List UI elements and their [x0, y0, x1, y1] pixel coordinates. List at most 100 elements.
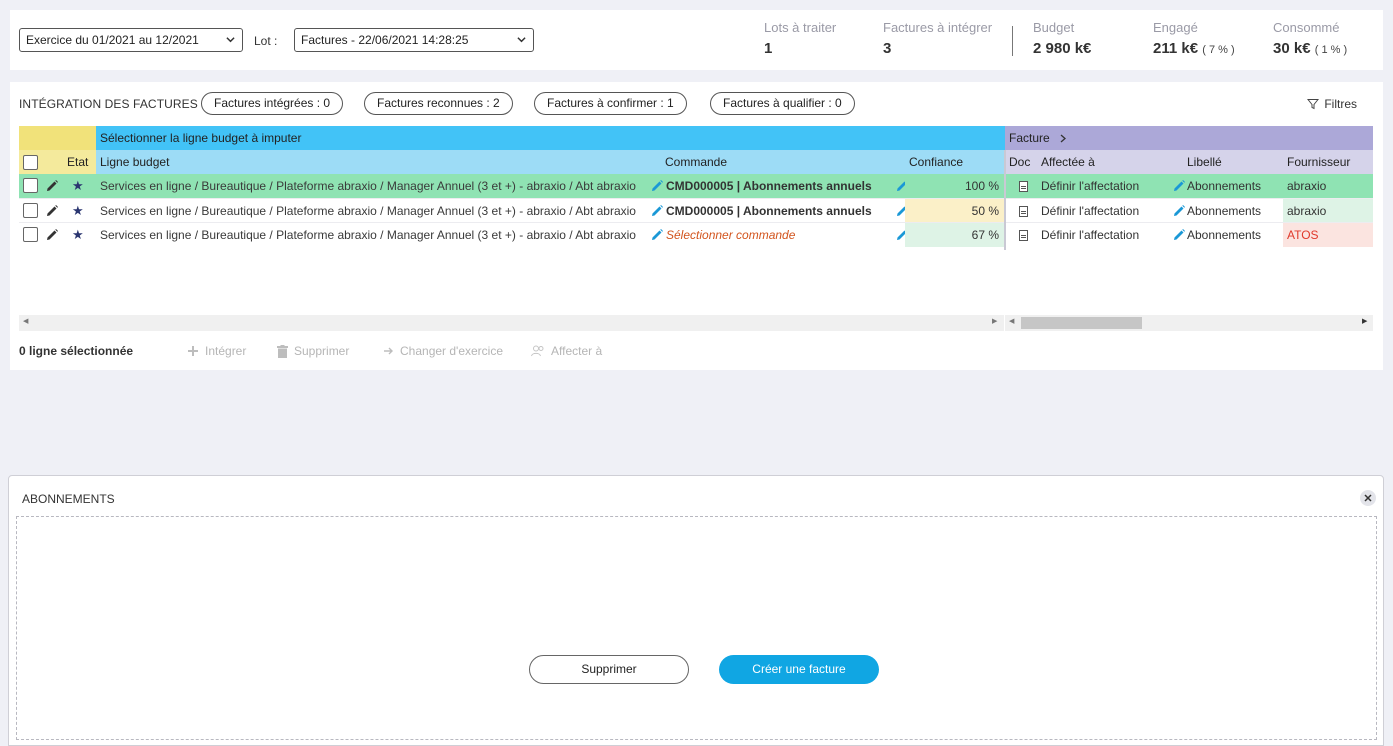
edit-icon[interactable] — [45, 179, 59, 193]
pill-factures-reconnues[interactable]: Factures reconnues : 2 — [364, 92, 513, 115]
arrow-right-icon — [384, 347, 393, 355]
stat-value: 1 — [764, 40, 773, 57]
scroll-left-arrow[interactable]: ◀ — [23, 318, 28, 325]
edit-icon[interactable] — [45, 204, 59, 218]
top-bar: Exercice du 01/2021 au 12/2021 Lot : Fac… — [10, 10, 1383, 70]
close-button[interactable] — [1360, 490, 1376, 506]
create-invoice-button[interactable]: Créer une facture — [719, 655, 879, 684]
exercise-select[interactable]: Exercice du 01/2021 au 12/2021 — [19, 28, 243, 52]
edit-affectation-icon[interactable] — [1172, 204, 1186, 218]
integration-panel: INTÉGRATION DES FACTURES Factures intégr… — [10, 82, 1383, 370]
libelle-cell: Abonnements — [1187, 179, 1262, 193]
right-scrollbar[interactable]: ◀ ▶ — [1005, 315, 1373, 331]
integrer-button[interactable]: Intégrer — [187, 344, 246, 358]
stat-label: Factures à intégrer — [883, 20, 993, 35]
table-row[interactable]: ★ Services en ligne / Bureautique / Plate… — [19, 222, 1373, 247]
band-facture-label: Facture — [1009, 131, 1050, 145]
header-doc[interactable]: Doc — [1005, 150, 1037, 174]
row-checkbox[interactable] — [23, 178, 38, 193]
lot-select[interactable]: Factures - 22/06/2021 14:28:25 — [294, 28, 534, 52]
exercise-select-value: Exercice du 01/2021 au 12/2021 — [26, 33, 199, 47]
stat-label: Engagé — [1153, 20, 1198, 35]
band-selection — [19, 126, 96, 150]
panel-title: ABONNEMENTS — [22, 492, 115, 506]
trash-icon — [277, 344, 288, 358]
stat-value: 2 980 k€ — [1033, 40, 1092, 57]
pill-factures-a-confirmer[interactable]: Factures à confirmer : 1 — [534, 92, 687, 115]
changer-exercice-label: Changer d'exercice — [400, 344, 504, 358]
affectee-cell[interactable]: Définir l'affectation — [1041, 223, 1167, 247]
users-icon — [531, 345, 544, 357]
integrer-label: Intégrer — [205, 344, 247, 358]
stat-label: Consommé — [1273, 20, 1340, 35]
libelle-cell: Abonnements — [1187, 228, 1262, 242]
band-budget: Sélectionner la ligne budget à imputer — [96, 126, 1005, 150]
supprimer-button[interactable]: Supprimer — [277, 344, 349, 358]
affectee-cell[interactable]: Définir l'affectation — [1041, 199, 1167, 223]
stat-percent: ( 1 % ) — [1314, 44, 1348, 56]
stat-lots: Lots à traiter 1 — [764, 20, 836, 57]
invoice-dropzone: Supprimer Créer une facture — [16, 516, 1377, 740]
pill-factures-integrees[interactable]: Factures intégrées : 0 — [201, 92, 344, 115]
chevron-down-icon — [226, 37, 235, 43]
scroll-right-arrow[interactable]: ▶ — [1362, 318, 1367, 325]
document-icon[interactable] — [1019, 206, 1028, 217]
commande-cell[interactable]: CMD000005 | Abonnements annuels — [666, 199, 886, 223]
header-ligne-budget[interactable]: Ligne budget — [96, 150, 661, 174]
edit-budget-icon[interactable] — [650, 228, 664, 242]
scroll-right-arrow[interactable]: ▶ — [992, 318, 997, 325]
commande-cell[interactable]: Sélectionner commande — [666, 223, 886, 247]
grid-rows: ★ Services en ligne / Bureautique / Plate… — [19, 174, 1373, 247]
header-affectee[interactable]: Affectée à — [1037, 150, 1183, 174]
left-scrollbar[interactable]: ◀ ▶ — [19, 315, 1004, 331]
pill-factures-a-qualifier[interactable]: Factures à qualifier : 0 — [710, 92, 855, 115]
confiance-cell: 50 % — [905, 199, 1005, 223]
scrollbar-thumb[interactable] — [1021, 317, 1142, 329]
scroll-left-arrow[interactable]: ◀ — [1009, 318, 1014, 325]
edit-affectation-icon[interactable] — [1172, 179, 1186, 193]
invoice-grid: Sélectionner la ligne budget à imputer F… — [19, 126, 1373, 250]
chevron-down-icon — [517, 37, 526, 43]
affecter-button[interactable]: Affecter à — [531, 344, 602, 358]
band-facture[interactable]: Facture — [1005, 126, 1373, 150]
row-checkbox[interactable] — [23, 203, 38, 218]
header-fournisseur[interactable]: Fournisseur — [1283, 150, 1373, 174]
row-checkbox[interactable] — [23, 227, 38, 242]
header-libelle[interactable]: Libellé — [1183, 150, 1283, 174]
stat-value: 211 k€ ( 7 % ) — [1153, 40, 1235, 57]
edit-budget-icon[interactable] — [650, 204, 664, 218]
header-confiance[interactable]: Confiance — [905, 150, 1005, 174]
header-etat[interactable]: Etat — [63, 150, 96, 174]
filters-button[interactable]: Filtres — [1307, 97, 1357, 111]
select-all-checkbox[interactable] — [23, 155, 38, 170]
edit-budget-icon[interactable] — [650, 179, 664, 193]
pinned-divider — [1004, 150, 1006, 250]
ligne-budget-cell[interactable]: Services en ligne / Bureautique / Platef… — [100, 174, 648, 198]
divider — [1012, 26, 1013, 56]
supprimer-label: Supprimer — [294, 344, 350, 358]
panel-title: INTÉGRATION DES FACTURES — [19, 97, 198, 111]
stat-label: Budget — [1033, 20, 1075, 35]
changer-exercice-button[interactable]: Changer d'exercice — [383, 344, 503, 358]
stat-consomme: Consommé 30 k€ ( 1 % ) — [1273, 20, 1347, 57]
affectee-cell[interactable]: Définir l'affectation — [1041, 174, 1167, 198]
edit-affectation-icon[interactable] — [1172, 228, 1186, 242]
fournisseur-cell: ATOS — [1283, 223, 1373, 247]
delete-button[interactable]: Supprimer — [529, 655, 689, 684]
table-row[interactable]: ★ Services en ligne / Bureautique / Plate… — [19, 198, 1373, 223]
stat-percent: ( 7 % ) — [1202, 44, 1235, 56]
document-icon[interactable] — [1019, 230, 1028, 241]
edit-icon[interactable] — [45, 228, 59, 242]
chevron-right-icon — [1060, 134, 1067, 143]
header-commande[interactable]: Commande — [661, 150, 905, 174]
filters-label: Filtres — [1324, 97, 1357, 111]
lot-select-value: Factures - 22/06/2021 14:28:25 — [301, 33, 469, 47]
ligne-budget-cell[interactable]: Services en ligne / Bureautique / Platef… — [100, 223, 648, 247]
stat-engage: Engagé 211 k€ ( 7 % ) — [1153, 20, 1235, 57]
document-icon[interactable] — [1019, 181, 1028, 192]
table-row[interactable]: ★ Services en ligne / Bureautique / Plate… — [19, 174, 1373, 198]
star-icon: ★ — [72, 178, 84, 193]
commande-cell[interactable]: CMD000005 | Abonnements annuels — [666, 174, 886, 198]
ligne-budget-cell[interactable]: Services en ligne / Bureautique / Platef… — [100, 199, 648, 223]
confiance-cell: 100 % — [905, 174, 1005, 198]
